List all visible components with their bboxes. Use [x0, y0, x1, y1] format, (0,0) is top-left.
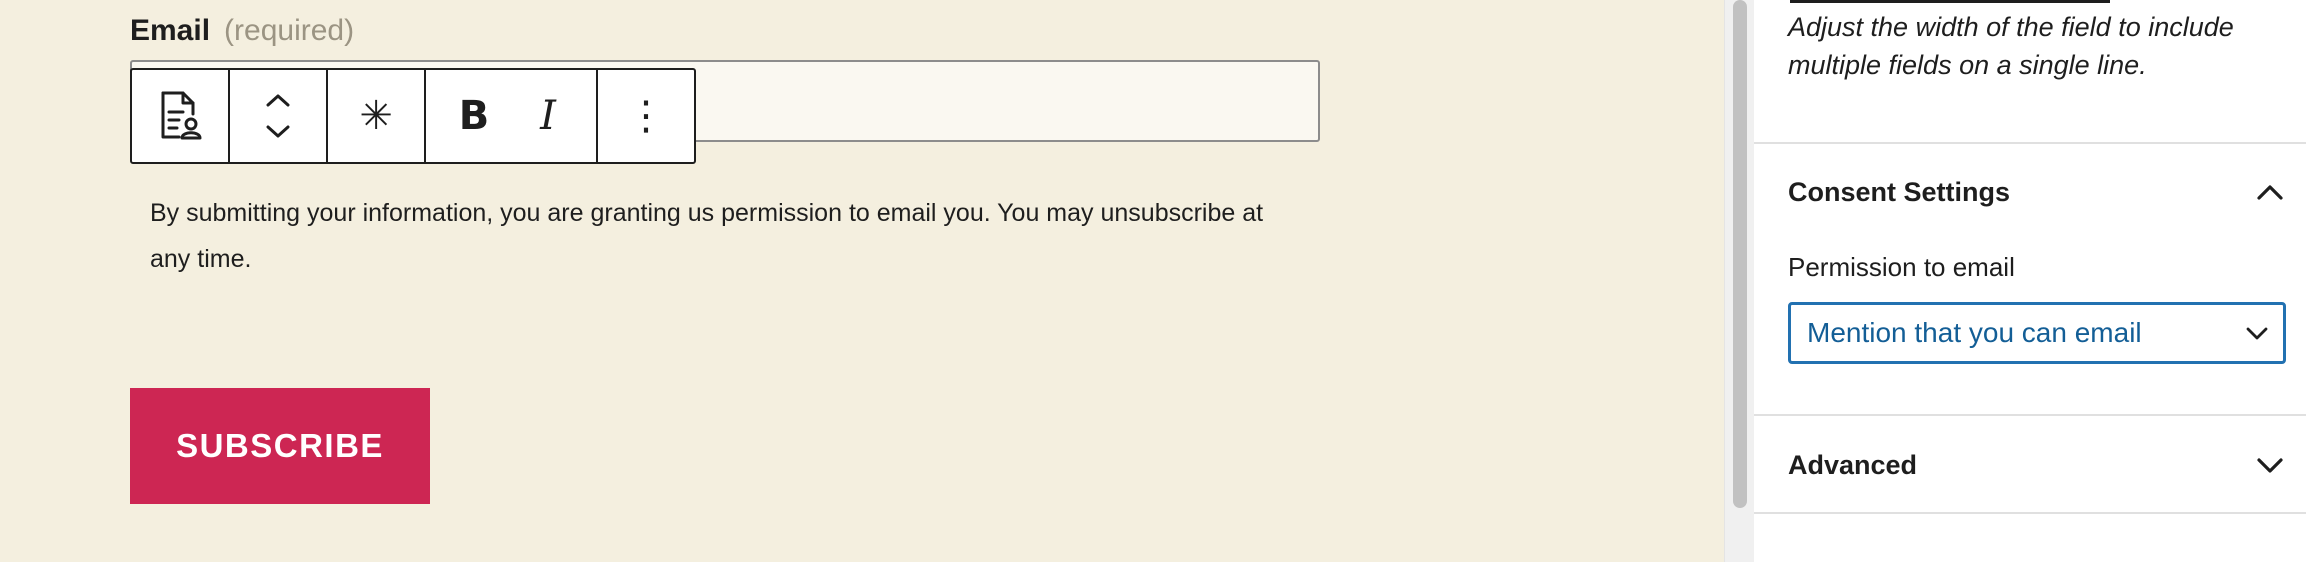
editor-canvas: Email (required) ✳ B I ⋮ By submitting y… [0, 0, 1724, 562]
chevron-down-icon [2256, 456, 2284, 474]
consent-notice: By submitting your information, you are … [150, 199, 1264, 273]
required-asterisk-button[interactable]: ✳ [328, 70, 424, 162]
chevron-down-icon [2245, 325, 2269, 341]
permission-select[interactable]: Mention that you can email [1788, 302, 2286, 364]
permission-label: Permission to email [1788, 252, 2015, 282]
toolbar-group-block [132, 70, 230, 162]
width-help-text: Adjust the width of the field to include… [1788, 12, 2234, 80]
required-indicator: (required) [224, 14, 355, 47]
more-options-button[interactable]: ⋮ [598, 70, 694, 162]
bold-button[interactable]: B [437, 70, 511, 162]
panel-divider [1754, 142, 2306, 144]
move-up-down-icon[interactable] [230, 70, 326, 162]
scrollbar-thumb[interactable] [1733, 0, 1747, 508]
email-label-text: Email [130, 14, 211, 47]
toolbar-group-format: B I [426, 70, 598, 162]
subscribe-button[interactable]: SUBSCRIBE [130, 388, 430, 504]
permission-select-value: Mention that you can email [1807, 317, 2142, 348]
panel-divider [1754, 414, 2306, 416]
form-field-icon[interactable] [132, 70, 228, 162]
email-field-label: Email (required) [130, 14, 354, 48]
toolbar-group-move [230, 70, 328, 162]
block-toolbar: ✳ B I ⋮ [130, 68, 696, 164]
scrollbar[interactable] [1724, 0, 1754, 562]
chevron-up-icon [2256, 183, 2284, 201]
settings-sidebar: Adjust the width of the field to include… [1754, 0, 2306, 562]
panel-divider [1754, 512, 2306, 514]
width-control-edge [1790, 0, 2110, 3]
italic-button[interactable]: I [511, 70, 585, 162]
toolbar-group-options: ⋮ [598, 70, 694, 162]
consent-settings-toggle[interactable]: Consent Settings [1788, 167, 2284, 217]
advanced-toggle[interactable]: Advanced [1788, 440, 2284, 490]
consent-settings-title: Consent Settings [1788, 176, 2011, 207]
toolbar-group-required: ✳ [328, 70, 426, 162]
advanced-title: Advanced [1788, 449, 1918, 480]
